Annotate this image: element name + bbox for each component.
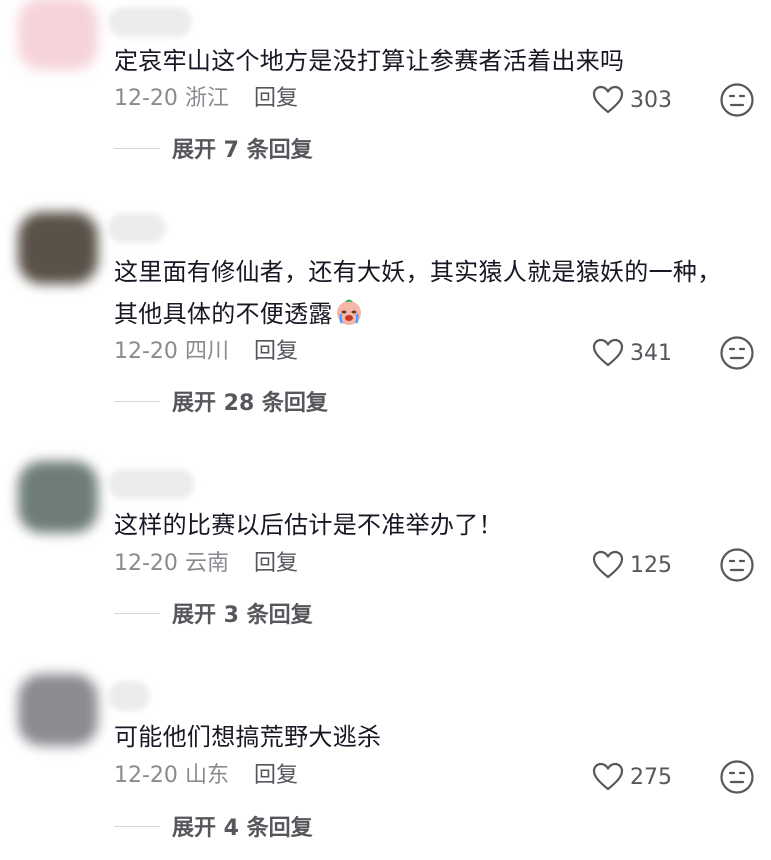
username[interactable] (108, 7, 192, 37)
heart-outline-icon (592, 550, 624, 579)
expand-replies-label: 展开 28 条回复 (172, 391, 328, 416)
expand-replies-button[interactable]: 展开 3 条回复 (114, 598, 313, 628)
avatar[interactable] (18, 0, 98, 70)
username[interactable] (108, 469, 194, 499)
avatar[interactable] (18, 674, 98, 746)
neutral-face-icon[interactable] (719, 335, 755, 371)
neutral-face-icon[interactable] (719, 82, 755, 118)
like-count: 275 (630, 764, 672, 790)
comment-text: 这样的比赛以后估计是不准举办了！ (114, 511, 503, 539)
comment-location: 山东 (184, 763, 229, 788)
comment-text-content: 这里面有修仙者，还有大妖，其实猿人就是猿妖的一种，其他具体的不便透露 (114, 258, 722, 328)
avatar[interactable] (18, 461, 98, 533)
expand-replies-button[interactable]: 展开 4 条回复 (114, 811, 313, 841)
comment-meta: 12-20 山东 回复 (114, 761, 298, 791)
expand-replies-label: 展开 4 条回复 (172, 816, 313, 841)
divider-line (114, 612, 160, 614)
neutral-face-icon[interactable] (719, 759, 755, 795)
comment-location: 浙江 (184, 86, 229, 111)
username[interactable] (108, 213, 166, 243)
heart-outline-icon (592, 85, 624, 114)
comment-date: 12-20 (114, 551, 178, 576)
expand-replies-button[interactable]: 展开 28 条回复 (114, 386, 328, 416)
heart-outline-icon (592, 762, 624, 791)
like-button[interactable]: 341 (592, 336, 672, 370)
divider-line (114, 400, 160, 402)
reply-button[interactable]: 回复 (254, 551, 298, 576)
comment-text: 可能他们想搞荒野大逃杀 (114, 723, 382, 751)
comment-text: 这里面有修仙者，还有大妖，其实猿人就是猿妖的一种，其他具体的不便透露 (114, 251, 724, 335)
like-button[interactable]: 125 (592, 548, 672, 582)
like-button[interactable]: 275 (592, 760, 672, 794)
heart-outline-icon (592, 338, 624, 367)
like-count: 125 (630, 552, 672, 578)
like-count: 341 (630, 340, 672, 366)
comment-meta: 12-20 四川 回复 (114, 337, 298, 367)
reply-button[interactable]: 回复 (254, 339, 298, 364)
reply-button[interactable]: 回复 (254, 86, 298, 111)
comment-meta: 12-20 云南 回复 (114, 549, 298, 579)
comment-location: 云南 (184, 551, 229, 576)
comment-date: 12-20 (114, 763, 178, 788)
crying-face-emoji (336, 299, 361, 325)
divider-line (114, 147, 160, 149)
like-count: 303 (630, 87, 672, 113)
expand-replies-label: 展开 7 条回复 (172, 138, 313, 163)
comment-meta: 12-20 浙江 回复 (114, 84, 298, 114)
comment-date: 12-20 (114, 339, 178, 364)
avatar[interactable] (18, 212, 98, 284)
like-button[interactable]: 303 (592, 83, 672, 117)
expand-replies-label: 展开 3 条回复 (172, 603, 313, 628)
username[interactable] (108, 681, 150, 711)
comment-location: 四川 (184, 339, 229, 364)
comment-text: 定哀牢山这个地方是没打算让参赛者活着出来吗 (114, 47, 625, 75)
expand-replies-button[interactable]: 展开 7 条回复 (114, 133, 313, 163)
divider-line (114, 825, 160, 827)
neutral-face-icon[interactable] (719, 547, 755, 583)
comment-date: 12-20 (114, 86, 178, 111)
reply-button[interactable]: 回复 (254, 763, 298, 788)
